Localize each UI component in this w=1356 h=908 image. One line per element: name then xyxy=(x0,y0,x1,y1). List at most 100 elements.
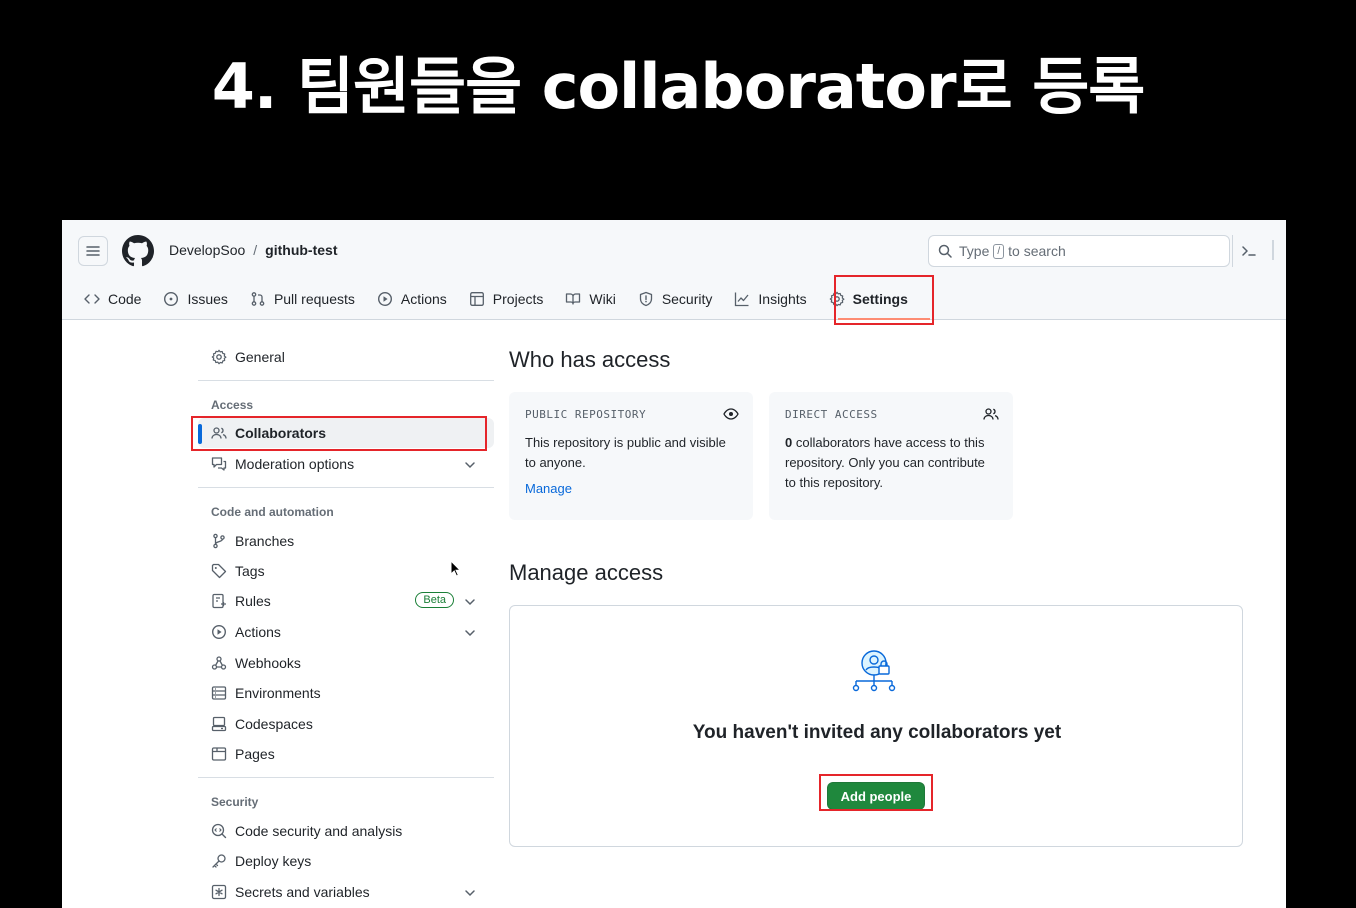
sidebar-item-label: Rules xyxy=(235,593,271,609)
asterisk-icon xyxy=(211,884,227,900)
beta-badge: Beta xyxy=(415,592,454,608)
tab-code[interactable]: Code xyxy=(76,283,149,315)
branch-icon xyxy=(213,533,225,549)
graph-icon xyxy=(735,292,749,307)
breadcrumb-separator: / xyxy=(253,242,258,258)
public-repository-card: PUBLIC REPOSITORY This repository is pub… xyxy=(509,392,753,520)
search-icon xyxy=(937,243,953,259)
sidebar-item-label: Moderation options xyxy=(235,456,355,472)
tab-label: Code xyxy=(108,291,142,307)
webhook-icon xyxy=(211,656,227,670)
codespaces-icon xyxy=(211,716,227,732)
issue-icon xyxy=(164,291,179,307)
sidebar-item-rules[interactable]: Rules Beta xyxy=(198,586,494,616)
sidebar-heading-code-automation: Code and automation xyxy=(211,505,334,519)
key-icon xyxy=(212,854,226,868)
tab-actions[interactable]: Actions xyxy=(369,283,455,315)
chevron-down-icon[interactable] xyxy=(462,457,478,473)
sidebar-item-label: Branches xyxy=(235,533,295,549)
sidebar-item-label: Secrets and variables xyxy=(235,884,370,900)
repo-header: DevelopSoo / github-test Type / to searc… xyxy=(62,220,1286,320)
sidebar-item-codespaces[interactable]: Codespaces xyxy=(198,709,494,739)
sidebar-divider xyxy=(198,380,494,381)
chevron-down-icon[interactable] xyxy=(462,885,478,901)
eye-icon xyxy=(723,408,739,420)
search-shortcut-key: / xyxy=(993,243,1005,259)
header-divider xyxy=(1272,240,1274,260)
tab-wiki[interactable]: Wiki xyxy=(557,283,623,315)
codescan-icon xyxy=(211,823,227,839)
direct-access-card: DIRECT ACCESS 0 collaborators have acces… xyxy=(769,392,1013,520)
tab-insights[interactable]: Insights xyxy=(726,283,814,315)
tab-label: Insights xyxy=(758,291,807,307)
who-has-access-title: Who has access xyxy=(509,347,671,372)
browser-icon xyxy=(211,747,227,761)
comment-discussion-icon xyxy=(211,457,227,471)
tab-label: Wiki xyxy=(589,291,616,307)
sidebar-item-general[interactable]: General xyxy=(198,342,494,372)
pull-request-icon xyxy=(251,292,265,306)
sidebar-divider xyxy=(198,777,494,778)
tab-label: Actions xyxy=(400,291,447,307)
tab-issues[interactable]: Issues xyxy=(155,283,235,315)
sidebar-item-branches[interactable]: Branches xyxy=(198,526,494,556)
sidebar-item-pages[interactable]: Pages xyxy=(198,739,494,769)
sidebar-item-label: Tags xyxy=(235,563,265,579)
code-icon xyxy=(84,294,100,304)
hamburger-icon xyxy=(86,246,100,256)
collaborators-lock-icon xyxy=(852,650,896,692)
chevron-down-icon[interactable] xyxy=(462,625,478,641)
sidebar-divider xyxy=(198,487,494,488)
tab-projects[interactable]: Projects xyxy=(461,283,552,315)
repo-name-link[interactable]: github-test xyxy=(265,242,337,258)
card-text-body: collaborators have access to this reposi… xyxy=(785,435,985,490)
breadcrumb: DevelopSoo / github-test xyxy=(169,242,338,258)
sidebar-item-label: Actions xyxy=(235,624,281,640)
sidebar-item-code-security[interactable]: Code security and analysis xyxy=(198,816,494,846)
sidebar-item-label: General xyxy=(235,349,285,365)
slide-title: 4. 팀원들을 collaborator로 등록 xyxy=(211,50,1146,123)
collaborators-highlight-box xyxy=(191,416,487,451)
manage-link[interactable]: Manage xyxy=(525,481,737,496)
github-logo-icon[interactable] xyxy=(122,235,154,267)
sidebar-item-deploy-keys[interactable]: Deploy keys xyxy=(198,846,494,876)
chevron-down-icon[interactable] xyxy=(462,594,478,610)
card-text: This repository is public and visible to… xyxy=(525,435,726,470)
sidebar-item-label: Pages xyxy=(235,746,275,762)
tag-icon xyxy=(211,563,227,579)
tab-label: Issues xyxy=(187,291,228,307)
sidebar-item-secrets[interactable]: Secrets and variables xyxy=(198,877,494,907)
tab-label: Pull requests xyxy=(273,291,355,307)
shield-icon xyxy=(639,291,652,307)
tab-label: Projects xyxy=(492,291,544,307)
manage-access-panel: You haven't invited any collaborators ye… xyxy=(509,605,1243,847)
search-placeholder-before: Type xyxy=(959,243,990,259)
sidebar-item-moderation[interactable]: Moderation options xyxy=(198,449,494,479)
play-icon xyxy=(377,291,392,307)
server-icon xyxy=(211,686,227,700)
menu-button[interactable] xyxy=(78,236,108,266)
settings-highlight-box xyxy=(834,275,934,325)
github-window: DevelopSoo / github-test Type / to searc… xyxy=(62,220,1286,908)
tab-security[interactable]: Security xyxy=(630,283,721,315)
command-palette-button[interactable] xyxy=(1232,235,1264,267)
repo-owner-link[interactable]: DevelopSoo xyxy=(169,242,245,258)
tab-label: Security xyxy=(661,291,713,307)
sidebar-heading-access: Access xyxy=(211,398,254,412)
sidebar-item-label: Codespaces xyxy=(235,716,313,732)
sidebar-item-label: Code security and analysis xyxy=(235,823,403,839)
book-icon xyxy=(566,293,581,305)
repo-rules-icon xyxy=(212,593,226,609)
sidebar-item-label: Deploy keys xyxy=(235,853,312,869)
play-icon xyxy=(211,624,227,640)
mouse-cursor-icon xyxy=(450,560,462,577)
sidebar-item-webhooks[interactable]: Webhooks xyxy=(198,648,494,678)
sidebar-heading-security: Security xyxy=(211,795,259,809)
add-people-highlight-box xyxy=(819,774,933,811)
card-label: DIRECT ACCESS xyxy=(785,408,878,421)
search-input[interactable]: Type / to search xyxy=(928,235,1230,267)
sidebar-item-actions[interactable]: Actions xyxy=(198,617,494,647)
terminal-icon xyxy=(1241,246,1256,256)
tab-pull-requests[interactable]: Pull requests xyxy=(242,283,363,315)
sidebar-item-environments[interactable]: Environments xyxy=(198,678,494,708)
